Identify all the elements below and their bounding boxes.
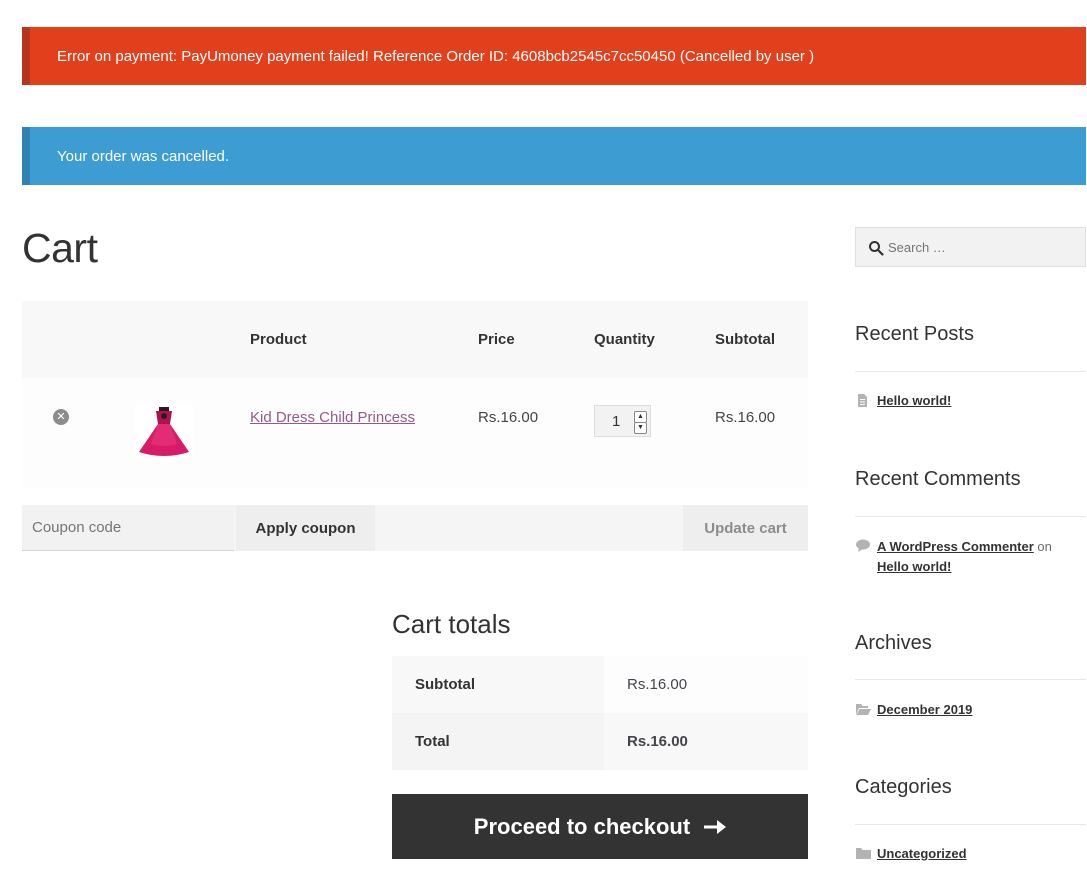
comment-post-link[interactable]: Hello world! xyxy=(877,559,951,574)
totals-subtotal-row: Subtotal Rs.16.00 xyxy=(392,656,808,713)
remove-item-icon[interactable]: ✕ xyxy=(53,409,69,425)
checkout-button-label: Proceed to checkout xyxy=(473,813,691,839)
totals-subtotal-label: Subtotal xyxy=(392,656,604,713)
column-header-quantity: Quantity xyxy=(594,331,655,348)
item-subtotal: Rs.16.00 xyxy=(715,409,776,426)
quantity-down-icon[interactable]: ▼ xyxy=(634,422,647,434)
search-form xyxy=(855,227,1086,267)
info-notice-accent xyxy=(22,127,30,185)
page-title: Cart xyxy=(22,225,98,271)
apply-coupon-button[interactable]: Apply coupon xyxy=(236,505,375,551)
error-notice-text: Error on payment: PayUmoney payment fail… xyxy=(57,47,815,65)
folder-icon xyxy=(856,848,871,859)
product-thumbnail[interactable] xyxy=(135,404,193,460)
column-header-price: Price xyxy=(478,331,515,348)
comment-icon xyxy=(856,539,870,552)
totals-subtotal-value: Rs.16.00 xyxy=(604,656,808,713)
comment-author-link[interactable]: A WordPress Commenter xyxy=(877,539,1034,554)
error-notice-accent xyxy=(22,27,30,85)
archive-link[interactable]: December 2019 xyxy=(877,702,972,717)
cart-actions: Apply coupon Update cart xyxy=(22,505,808,551)
cart-table-header: Product Price Quantity Subtotal xyxy=(22,301,808,378)
item-price: Rs.16.00 xyxy=(478,409,539,426)
cart-totals-table: Subtotal Rs.16.00 Total Rs.16.00 xyxy=(392,656,808,770)
cart-totals-title: Cart totals xyxy=(392,609,511,639)
document-icon xyxy=(858,394,867,407)
archives-divider xyxy=(855,679,1086,680)
recent-posts-divider xyxy=(855,371,1086,372)
category-link[interactable]: Uncategorized xyxy=(877,846,967,861)
archives-title: Archives xyxy=(855,632,932,654)
comment-connector: on xyxy=(1037,539,1052,554)
search-icon xyxy=(869,241,884,256)
quantity-stepper[interactable]: 1 ▲ ▼ xyxy=(594,405,651,437)
totals-total-row: Total Rs.16.00 xyxy=(392,713,808,770)
quantity-value[interactable]: 1 xyxy=(612,413,620,430)
product-link[interactable]: Kid Dress Child Princess xyxy=(250,409,415,426)
info-notice: Your order was cancelled. xyxy=(22,127,1086,185)
categories-title: Categories xyxy=(855,776,952,798)
error-notice: Error on payment: PayUmoney payment fail… xyxy=(22,27,1086,85)
recent-post-link[interactable]: Hello world! xyxy=(877,393,951,408)
column-header-product: Product xyxy=(250,331,307,348)
totals-total-value: Rs.16.00 xyxy=(604,713,808,770)
recent-comments-divider xyxy=(855,516,1086,517)
recent-comments-title: Recent Comments xyxy=(855,468,1021,490)
coupon-input[interactable] xyxy=(22,505,234,551)
totals-total-label: Total xyxy=(392,713,604,770)
recent-comment-item: A WordPress Commenter on Hello world! xyxy=(877,537,1086,577)
info-notice-text: Your order was cancelled. xyxy=(57,147,230,165)
update-cart-button[interactable]: Update cart xyxy=(683,505,808,551)
column-header-subtotal: Subtotal xyxy=(715,331,775,348)
cart-table: Product Price Quantity Subtotal ✕ Kid Dr… xyxy=(22,301,808,488)
recent-posts-title: Recent Posts xyxy=(855,323,974,345)
search-input[interactable] xyxy=(888,228,1078,266)
categories-divider xyxy=(855,824,1086,825)
proceed-to-checkout-button[interactable]: Proceed to checkout xyxy=(392,794,808,859)
arrow-right-icon xyxy=(704,819,727,834)
folder-open-icon xyxy=(856,704,871,715)
